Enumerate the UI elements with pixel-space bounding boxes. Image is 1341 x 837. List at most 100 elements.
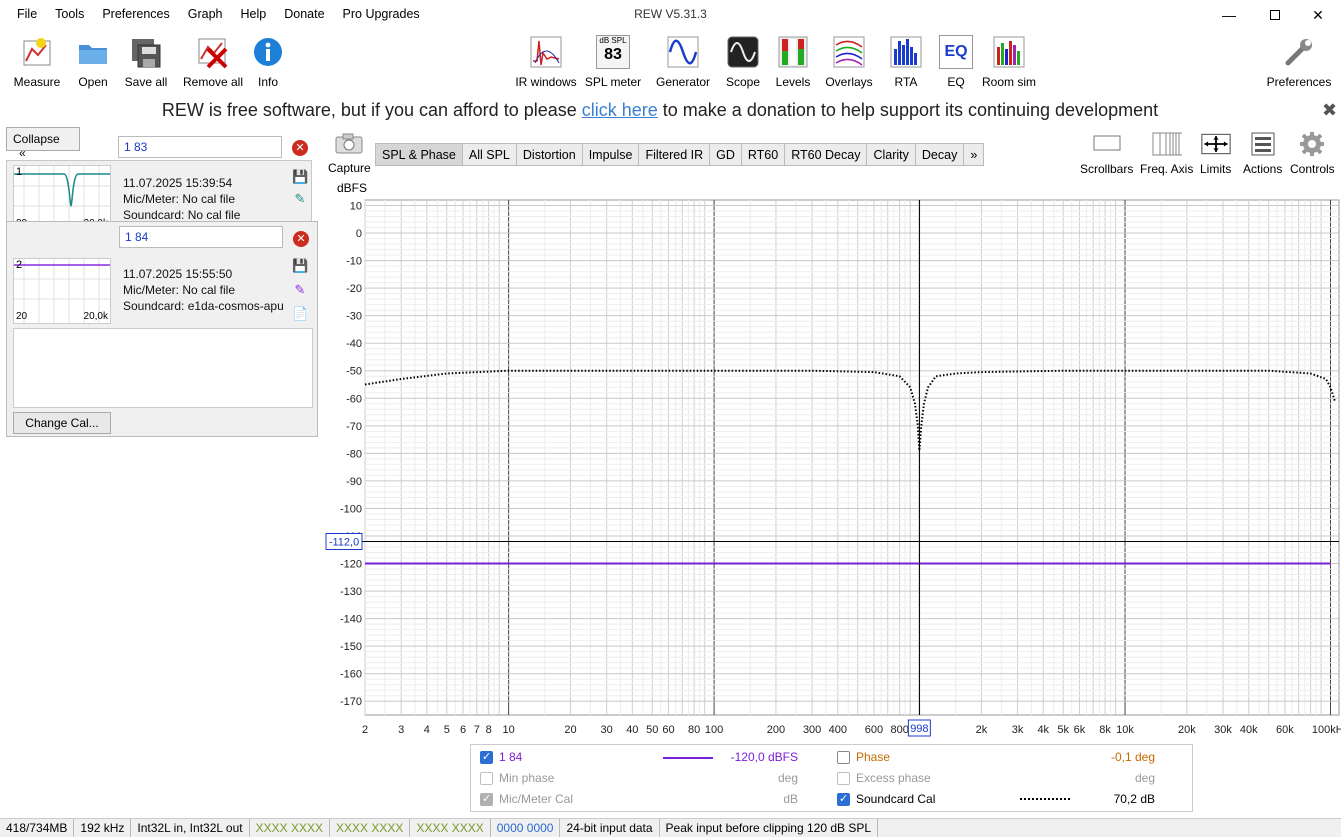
- legend-soundcard-cal-label: Soundcard Cal: [856, 792, 936, 806]
- actions-button[interactable]: Actions: [1243, 132, 1282, 176]
- y-tick-label: -90: [346, 476, 362, 488]
- save-measurement-icon-2[interactable]: 💾: [292, 258, 308, 274]
- color-pen-icon-2[interactable]: ✎: [292, 282, 308, 298]
- measurement-name-input-2[interactable]: 1 84: [119, 226, 283, 248]
- status-memory[interactable]: 418/734MB: [0, 819, 75, 837]
- change-cal-button[interactable]: Change Cal...: [13, 412, 111, 434]
- menu-help[interactable]: Help: [232, 7, 276, 21]
- tab-rt60-decay[interactable]: RT60 Decay: [784, 143, 868, 166]
- y-tick-label: -70: [346, 421, 362, 433]
- y-tick-label: -80: [346, 448, 362, 460]
- menu-bar: File Tools Preferences Graph Help Donate…: [8, 7, 429, 21]
- maximize-icon: [1270, 10, 1280, 20]
- banner-close-button[interactable]: ✖: [1322, 100, 1337, 121]
- legend-soundcard-swatch: [1020, 798, 1070, 800]
- capture-button[interactable]: Capture: [328, 132, 371, 175]
- y-tick-label: 10: [350, 201, 362, 213]
- measurement-name-input-1[interactable]: 1 83: [118, 136, 282, 158]
- measurement-notes-area[interactable]: [13, 328, 313, 408]
- freq-axis-button[interactable]: Freq. Axis: [1140, 132, 1193, 176]
- spl-meter-button[interactable]: dB SPL 83 SPL meter: [578, 32, 648, 89]
- notes-icon-2[interactable]: 📄: [292, 306, 308, 322]
- info-icon: [254, 38, 282, 66]
- minimize-button[interactable]: —: [1206, 0, 1252, 30]
- tab-impulse[interactable]: Impulse: [581, 143, 640, 166]
- checkbox-excess-phase[interactable]: [837, 772, 850, 785]
- status-peak-input: Peak input before clipping 120 dB SPL: [660, 819, 879, 837]
- tab-spl-phase[interactable]: SPL & Phase: [375, 143, 463, 166]
- tab-rt60[interactable]: RT60: [740, 143, 786, 166]
- info-button[interactable]: Info: [233, 32, 303, 89]
- color-pen-icon-1[interactable]: ✎: [292, 191, 308, 207]
- tab-decay[interactable]: Decay: [914, 143, 965, 166]
- ir-windows-button[interactable]: IR windows: [511, 32, 581, 89]
- rta-icon: [890, 36, 922, 68]
- tab-filtered-ir[interactable]: Filtered IR: [638, 143, 711, 166]
- tab-distortion[interactable]: Distortion: [515, 143, 583, 166]
- room-sim-icon: [993, 36, 1025, 68]
- measurement-card-1[interactable]: 1 20 20,0k 11.07.2025 15:39:54 Mic/Meter…: [6, 160, 312, 231]
- menu-tools[interactable]: Tools: [46, 7, 93, 21]
- x-tick-label: 60: [662, 724, 674, 736]
- spl-chart-svg[interactable]: dBFS 100-10-20-30-40-50-60-70-80-90-100-…: [325, 180, 1341, 740]
- preferences-button[interactable]: Preferences: [1264, 32, 1334, 89]
- maximize-button[interactable]: [1252, 0, 1298, 30]
- y-tick-label: 0: [356, 228, 362, 240]
- menu-file[interactable]: File: [8, 7, 46, 21]
- status-bits-2: XXXX XXXX: [330, 819, 411, 837]
- limits-icon: [1201, 133, 1231, 155]
- capture-label: Capture: [328, 161, 371, 175]
- info-label: Info: [257, 75, 278, 89]
- checkbox-min-phase[interactable]: [480, 772, 493, 785]
- checkbox-soundcard-cal[interactable]: [837, 792, 850, 806]
- tab-gd[interactable]: GD: [709, 143, 742, 166]
- status-bits-4: 0000 0000: [491, 819, 561, 837]
- donate-link[interactable]: click here: [582, 100, 658, 120]
- save-measurement-icon-1[interactable]: 💾: [292, 169, 308, 185]
- x-tick-label: 7: [474, 724, 480, 736]
- close-icon: ✕: [296, 233, 306, 245]
- tab-clarity[interactable]: Clarity: [866, 143, 916, 166]
- room-sim-button[interactable]: Room sim: [974, 32, 1044, 89]
- gear-icon: [1300, 132, 1325, 156]
- checkbox-phase[interactable]: [837, 751, 850, 764]
- checkbox-mic-meter-cal[interactable]: [480, 792, 493, 806]
- x-tick-label: 6k: [1074, 724, 1086, 736]
- menu-pro-upgrades[interactable]: Pro Upgrades: [334, 7, 429, 21]
- tab-more[interactable]: »: [963, 143, 985, 166]
- spl-meter-label: SPL meter: [584, 75, 642, 89]
- x-tick-label: 8k: [1099, 724, 1111, 736]
- tab-all-spl[interactable]: All SPL: [461, 143, 517, 166]
- save-icon: [132, 39, 161, 68]
- limits-label: Limits: [1200, 162, 1232, 176]
- x-tick-label: 4k: [1037, 724, 1049, 736]
- thumbnail-left-2: 20: [16, 311, 28, 322]
- checkbox-1-84[interactable]: [480, 750, 493, 764]
- controls-button[interactable]: Controls: [1290, 132, 1335, 176]
- measurement-card-2[interactable]: 2 20 20,0k 11.07.2025 15:55:50 Mic/Meter…: [6, 221, 318, 437]
- delete-measurement-button-1[interactable]: ✕: [292, 140, 308, 156]
- legend-excess-phase-unit: deg: [1134, 771, 1155, 785]
- measure-label: Measure: [13, 75, 61, 89]
- close-window-button[interactable]: ✕: [1295, 0, 1341, 30]
- menu-graph[interactable]: Graph: [179, 7, 232, 21]
- save-all-button[interactable]: Save all: [111, 32, 181, 89]
- spl-chart[interactable]: dBFS 10 0 -10 -20 -30 -40 -50 -60 -70 -80 -90 -100-…: [325, 180, 1341, 740]
- x-tick-label: 100kHz: [1312, 724, 1341, 736]
- eq-label: EQ: [947, 75, 965, 89]
- legend-1-84-name: 1 84: [499, 750, 523, 764]
- x-tick-label: 300: [803, 724, 821, 736]
- menu-donate[interactable]: Donate: [275, 7, 333, 21]
- delete-measurement-button-2[interactable]: ✕: [293, 231, 309, 247]
- x-tick-label: 30: [601, 724, 613, 736]
- collapse-button[interactable]: Collapse «: [6, 127, 80, 160]
- y-tick-label: -40: [346, 338, 362, 350]
- x-tick-label: 8: [486, 724, 492, 736]
- limits-button[interactable]: Limits: [1200, 132, 1231, 176]
- legend-min-phase-label: Min phase: [499, 771, 555, 785]
- room-sim-label: Room sim: [981, 75, 1036, 89]
- menu-preferences[interactable]: Preferences: [93, 7, 178, 21]
- title-bar: File Tools Preferences Graph Help Donate…: [0, 0, 1341, 30]
- scrollbars-button[interactable]: Scrollbars: [1080, 132, 1133, 176]
- x-tick-label: 80: [688, 724, 700, 736]
